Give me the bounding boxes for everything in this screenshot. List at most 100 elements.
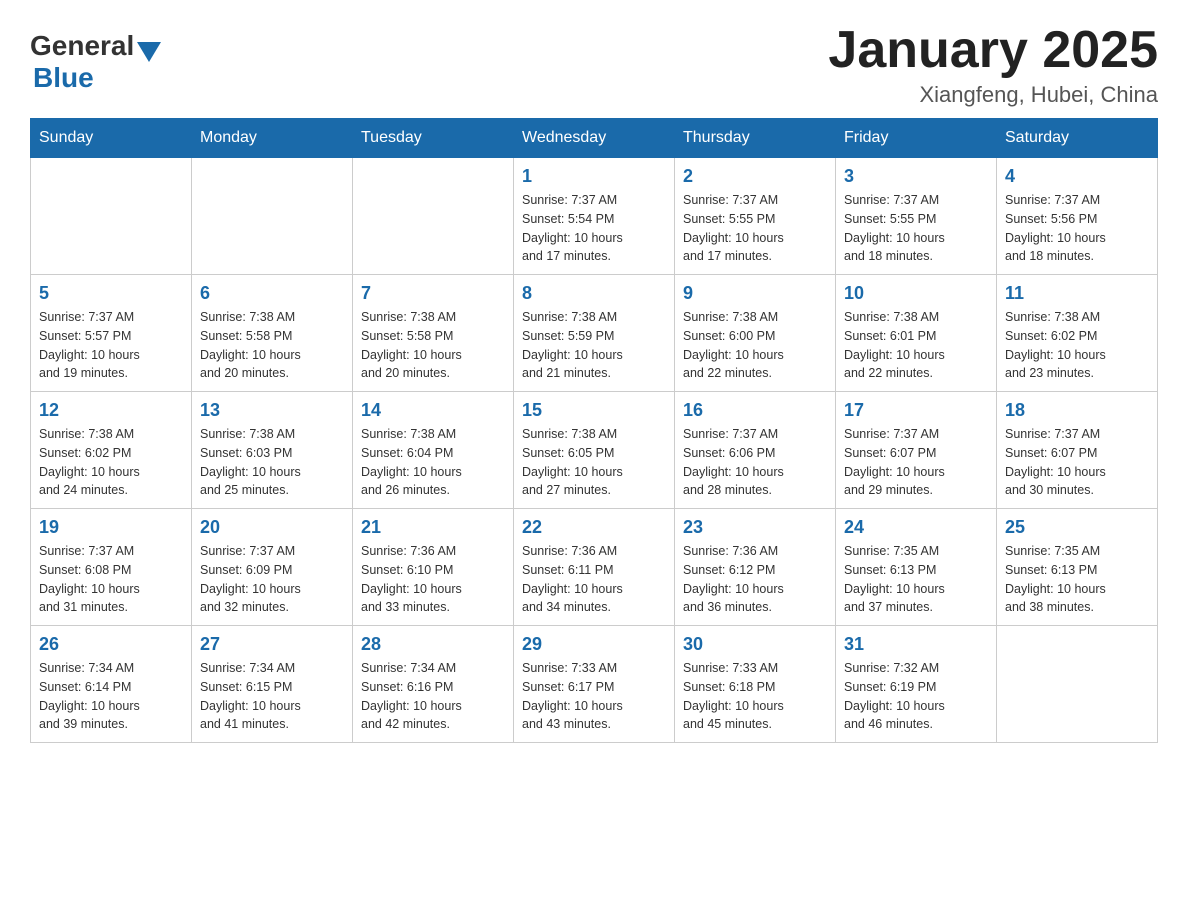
calendar-cell: 19 Sunrise: 7:37 AM Sunset: 6:08 PM Dayli… — [31, 509, 192, 626]
calendar-cell: 30 Sunrise: 7:33 AM Sunset: 6:18 PM Dayli… — [675, 626, 836, 743]
title-section: January 2025 Xiangfeng, Hubei, China — [828, 20, 1158, 108]
calendar-cell: 4Sunrise: 7:37 AM Sunset: 5:56 PM Daylig… — [997, 158, 1158, 275]
day-number: 24 — [844, 517, 988, 538]
day-number: 31 — [844, 634, 988, 655]
day-info: Sunrise: 7:38 AM Sunset: 5:58 PM Dayligh… — [200, 308, 344, 383]
calendar-cell: 12 Sunrise: 7:38 AM Sunset: 6:02 PM Dayli… — [31, 392, 192, 509]
day-number: 18 — [1005, 400, 1149, 421]
week-row-1: 1Sunrise: 7:37 AM Sunset: 5:54 PM Daylig… — [31, 158, 1158, 275]
calendar-cell: 2 Sunrise: 7:37 AM Sunset: 5:55 PM Daylig… — [675, 158, 836, 275]
calendar-cell — [997, 626, 1158, 743]
calendar-title: January 2025 — [828, 20, 1158, 80]
day-info: Sunrise: 7:37 AM Sunset: 6:08 PM Dayligh… — [39, 542, 183, 617]
day-info: Sunrise: 7:38 AM Sunset: 6:04 PM Dayligh… — [361, 425, 505, 500]
day-number: 2 — [683, 166, 827, 187]
day-number: 20 — [200, 517, 344, 538]
day-number: 11 — [1005, 283, 1149, 304]
day-info: Sunrise: 7:35 AM Sunset: 6:13 PM Dayligh… — [844, 542, 988, 617]
calendar-cell: 6 Sunrise: 7:38 AM Sunset: 5:58 PM Daylig… — [192, 275, 353, 392]
calendar-cell: 1Sunrise: 7:37 AM Sunset: 5:54 PM Daylig… — [514, 158, 675, 275]
day-number: 19 — [39, 517, 183, 538]
day-info: Sunrise: 7:33 AM Sunset: 6:17 PM Dayligh… — [522, 659, 666, 734]
day-info: Sunrise: 7:34 AM Sunset: 6:15 PM Dayligh… — [200, 659, 344, 734]
calendar-cell: 3Sunrise: 7:37 AM Sunset: 5:55 PM Daylig… — [836, 158, 997, 275]
calendar-cell: 9 Sunrise: 7:38 AM Sunset: 6:00 PM Daylig… — [675, 275, 836, 392]
day-info: Sunrise: 7:37 AM Sunset: 6:07 PM Dayligh… — [844, 425, 988, 500]
calendar-table: SundayMondayTuesdayWednesdayThursdayFrid… — [30, 118, 1158, 743]
day-number: 14 — [361, 400, 505, 421]
page-header: General Blue January 2025 Xiangfeng, Hub… — [30, 20, 1158, 108]
day-info: Sunrise: 7:34 AM Sunset: 6:14 PM Dayligh… — [39, 659, 183, 734]
day-header-thursday: Thursday — [675, 119, 836, 158]
day-info: Sunrise: 7:37 AM Sunset: 6:09 PM Dayligh… — [200, 542, 344, 617]
day-number: 17 — [844, 400, 988, 421]
day-header-tuesday: Tuesday — [353, 119, 514, 158]
day-info: Sunrise: 7:35 AM Sunset: 6:13 PM Dayligh… — [1005, 542, 1149, 617]
calendar-cell — [353, 158, 514, 275]
day-number: 25 — [1005, 517, 1149, 538]
logo-general-text: General — [30, 30, 134, 62]
day-header-wednesday: Wednesday — [514, 119, 675, 158]
days-header-row: SundayMondayTuesdayWednesdayThursdayFrid… — [31, 119, 1158, 158]
day-info: Sunrise: 7:36 AM Sunset: 6:12 PM Dayligh… — [683, 542, 827, 617]
day-header-saturday: Saturday — [997, 119, 1158, 158]
week-row-4: 19 Sunrise: 7:37 AM Sunset: 6:08 PM Dayli… — [31, 509, 1158, 626]
calendar-cell: 10Sunrise: 7:38 AM Sunset: 6:01 PM Dayli… — [836, 275, 997, 392]
day-info: Sunrise: 7:38 AM Sunset: 6:00 PM Dayligh… — [683, 308, 827, 383]
calendar-cell: 29 Sunrise: 7:33 AM Sunset: 6:17 PM Dayli… — [514, 626, 675, 743]
calendar-subtitle: Xiangfeng, Hubei, China — [828, 82, 1158, 108]
day-number: 8 — [522, 283, 666, 304]
day-info: Sunrise: 7:37 AM Sunset: 5:57 PM Dayligh… — [39, 308, 183, 383]
calendar-cell: 18 Sunrise: 7:37 AM Sunset: 6:07 PM Dayli… — [997, 392, 1158, 509]
logo-triangle-icon — [137, 42, 161, 62]
calendar-cell: 14 Sunrise: 7:38 AM Sunset: 6:04 PM Dayli… — [353, 392, 514, 509]
day-info: Sunrise: 7:38 AM Sunset: 6:02 PM Dayligh… — [39, 425, 183, 500]
day-info: Sunrise: 7:37 AM Sunset: 6:06 PM Dayligh… — [683, 425, 827, 500]
day-info: Sunrise: 7:37 AM Sunset: 5:55 PM Dayligh… — [683, 191, 827, 266]
calendar-cell: 16Sunrise: 7:37 AM Sunset: 6:06 PM Dayli… — [675, 392, 836, 509]
day-info: Sunrise: 7:38 AM Sunset: 6:01 PM Dayligh… — [844, 308, 988, 383]
day-info: Sunrise: 7:38 AM Sunset: 6:05 PM Dayligh… — [522, 425, 666, 500]
day-number: 29 — [522, 634, 666, 655]
day-number: 23 — [683, 517, 827, 538]
calendar-cell: 22Sunrise: 7:36 AM Sunset: 6:11 PM Dayli… — [514, 509, 675, 626]
day-number: 12 — [39, 400, 183, 421]
calendar-cell: 5 Sunrise: 7:37 AM Sunset: 5:57 PM Daylig… — [31, 275, 192, 392]
day-info: Sunrise: 7:38 AM Sunset: 5:58 PM Dayligh… — [361, 308, 505, 383]
logo-blue-text: Blue — [33, 62, 94, 94]
week-row-2: 5 Sunrise: 7:37 AM Sunset: 5:57 PM Daylig… — [31, 275, 1158, 392]
day-number: 27 — [200, 634, 344, 655]
day-number: 5 — [39, 283, 183, 304]
calendar-cell: 27 Sunrise: 7:34 AM Sunset: 6:15 PM Dayli… — [192, 626, 353, 743]
calendar-cell — [192, 158, 353, 275]
calendar-cell: 23 Sunrise: 7:36 AM Sunset: 6:12 PM Dayli… — [675, 509, 836, 626]
calendar-cell: 31 Sunrise: 7:32 AM Sunset: 6:19 PM Dayli… — [836, 626, 997, 743]
day-number: 6 — [200, 283, 344, 304]
day-number: 22 — [522, 517, 666, 538]
day-info: Sunrise: 7:33 AM Sunset: 6:18 PM Dayligh… — [683, 659, 827, 734]
logo: General Blue — [30, 30, 161, 94]
calendar-cell: 25 Sunrise: 7:35 AM Sunset: 6:13 PM Dayli… — [997, 509, 1158, 626]
calendar-cell: 13 Sunrise: 7:38 AM Sunset: 6:03 PM Dayli… — [192, 392, 353, 509]
calendar-cell: 26 Sunrise: 7:34 AM Sunset: 6:14 PM Dayli… — [31, 626, 192, 743]
calendar-cell: 20 Sunrise: 7:37 AM Sunset: 6:09 PM Dayli… — [192, 509, 353, 626]
day-info: Sunrise: 7:37 AM Sunset: 6:07 PM Dayligh… — [1005, 425, 1149, 500]
calendar-cell: 28Sunrise: 7:34 AM Sunset: 6:16 PM Dayli… — [353, 626, 514, 743]
calendar-cell: 7 Sunrise: 7:38 AM Sunset: 5:58 PM Daylig… — [353, 275, 514, 392]
day-info: Sunrise: 7:37 AM Sunset: 5:55 PM Dayligh… — [844, 191, 988, 266]
day-number: 30 — [683, 634, 827, 655]
day-number: 13 — [200, 400, 344, 421]
calendar-cell: 11 Sunrise: 7:38 AM Sunset: 6:02 PM Dayli… — [997, 275, 1158, 392]
day-info: Sunrise: 7:36 AM Sunset: 6:10 PM Dayligh… — [361, 542, 505, 617]
calendar-cell: 21Sunrise: 7:36 AM Sunset: 6:10 PM Dayli… — [353, 509, 514, 626]
calendar-cell: 15 Sunrise: 7:38 AM Sunset: 6:05 PM Dayli… — [514, 392, 675, 509]
day-info: Sunrise: 7:38 AM Sunset: 6:02 PM Dayligh… — [1005, 308, 1149, 383]
day-number: 15 — [522, 400, 666, 421]
day-info: Sunrise: 7:32 AM Sunset: 6:19 PM Dayligh… — [844, 659, 988, 734]
day-number: 26 — [39, 634, 183, 655]
calendar-cell — [31, 158, 192, 275]
calendar-cell: 8Sunrise: 7:38 AM Sunset: 5:59 PM Daylig… — [514, 275, 675, 392]
day-number: 7 — [361, 283, 505, 304]
day-number: 9 — [683, 283, 827, 304]
day-info: Sunrise: 7:38 AM Sunset: 6:03 PM Dayligh… — [200, 425, 344, 500]
